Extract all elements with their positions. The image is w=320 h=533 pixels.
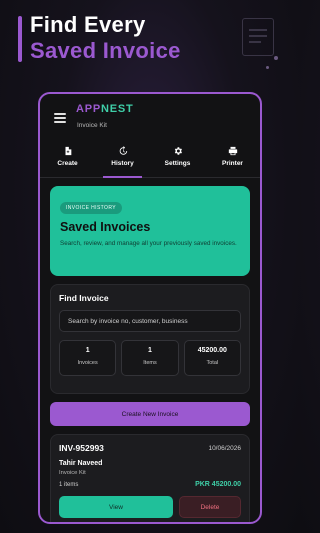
stats-row: 1 Invoices 1 Items 45200.00 Total bbox=[59, 340, 241, 376]
tab-printer[interactable]: Printer bbox=[205, 138, 260, 177]
invoice-business: Invoice Kit bbox=[59, 470, 86, 476]
tab-printer-label: Printer bbox=[222, 160, 243, 167]
promo-accent-bar bbox=[18, 16, 22, 62]
document-deco-icon bbox=[242, 18, 274, 56]
tab-create[interactable]: Create bbox=[40, 138, 95, 177]
delete-button[interactable]: Delete bbox=[179, 496, 241, 518]
stat-items-value: 1 bbox=[148, 347, 152, 354]
menu-icon[interactable] bbox=[54, 113, 66, 125]
printer-icon bbox=[228, 146, 237, 156]
brand-part-app: APP bbox=[76, 103, 102, 115]
tab-history[interactable]: History bbox=[95, 138, 150, 178]
invoice-customer: Tahir Naveed bbox=[59, 460, 103, 467]
search-input[interactable] bbox=[68, 317, 240, 325]
promo-headline: Find Every Saved Invoice bbox=[30, 12, 181, 64]
app-subtitle: Invoice Kit bbox=[77, 122, 107, 129]
find-invoice-card: Find Invoice 1 Invoices 1 Items 45200.00… bbox=[50, 284, 250, 394]
tab-bar: Create History Settings Printer bbox=[40, 138, 260, 178]
phone-frame: APPNEST Invoice Kit Create History Setti… bbox=[38, 92, 262, 524]
invoice-amount: PKR 45200.00 bbox=[195, 481, 241, 488]
stat-invoices: 1 Invoices bbox=[59, 340, 117, 376]
stat-total-label: Total bbox=[206, 360, 219, 366]
search-box[interactable] bbox=[59, 310, 241, 332]
document-icon bbox=[65, 146, 71, 156]
stat-items-label: Items bbox=[143, 360, 157, 366]
gear-icon bbox=[174, 147, 182, 155]
promo-headline-line2: Saved Invoice bbox=[30, 38, 181, 63]
create-new-invoice-button[interactable]: Create New Invoice bbox=[50, 402, 250, 426]
brand-part-nest: NEST bbox=[101, 103, 134, 115]
tab-history-label: History bbox=[111, 160, 134, 167]
history-icon bbox=[119, 146, 127, 155]
hero-title: Saved Invoices bbox=[60, 220, 151, 234]
stat-total: 45200.00 Total bbox=[183, 340, 241, 376]
invoice-date: 10/06/2026 bbox=[208, 444, 241, 452]
invoice-history-chip: INVOICE HISTORY bbox=[60, 202, 122, 214]
tab-create-label: Create bbox=[57, 160, 78, 167]
invoice-list-item[interactable]: INV-952993 10/06/2026 Tahir Naveed Invoi… bbox=[50, 434, 250, 522]
app-bar: APPNEST Invoice Kit bbox=[40, 94, 260, 138]
stat-items: 1 Items bbox=[121, 340, 179, 376]
deco-dot bbox=[274, 56, 278, 60]
hero-description: Search, review, and manage all your prev… bbox=[60, 240, 237, 247]
view-button[interactable]: View bbox=[59, 496, 173, 518]
stat-invoices-value: 1 bbox=[85, 347, 90, 354]
promo-headline-line1: Find Every bbox=[30, 12, 146, 37]
tab-settings-label: Settings bbox=[164, 160, 191, 167]
invoice-number: INV-952993 bbox=[59, 443, 104, 453]
deco-dot bbox=[266, 66, 269, 69]
tab-settings[interactable]: Settings bbox=[150, 138, 205, 177]
stat-total-value: 45200.00 bbox=[197, 347, 227, 354]
invoice-item-count: 1 items bbox=[59, 481, 79, 488]
hero-card: INVOICE HISTORY Saved Invoices Search, r… bbox=[50, 186, 250, 276]
app-brand: APPNEST bbox=[76, 103, 134, 115]
find-invoice-title: Find Invoice bbox=[59, 293, 109, 303]
stat-invoices-label: Invoices bbox=[77, 360, 98, 366]
